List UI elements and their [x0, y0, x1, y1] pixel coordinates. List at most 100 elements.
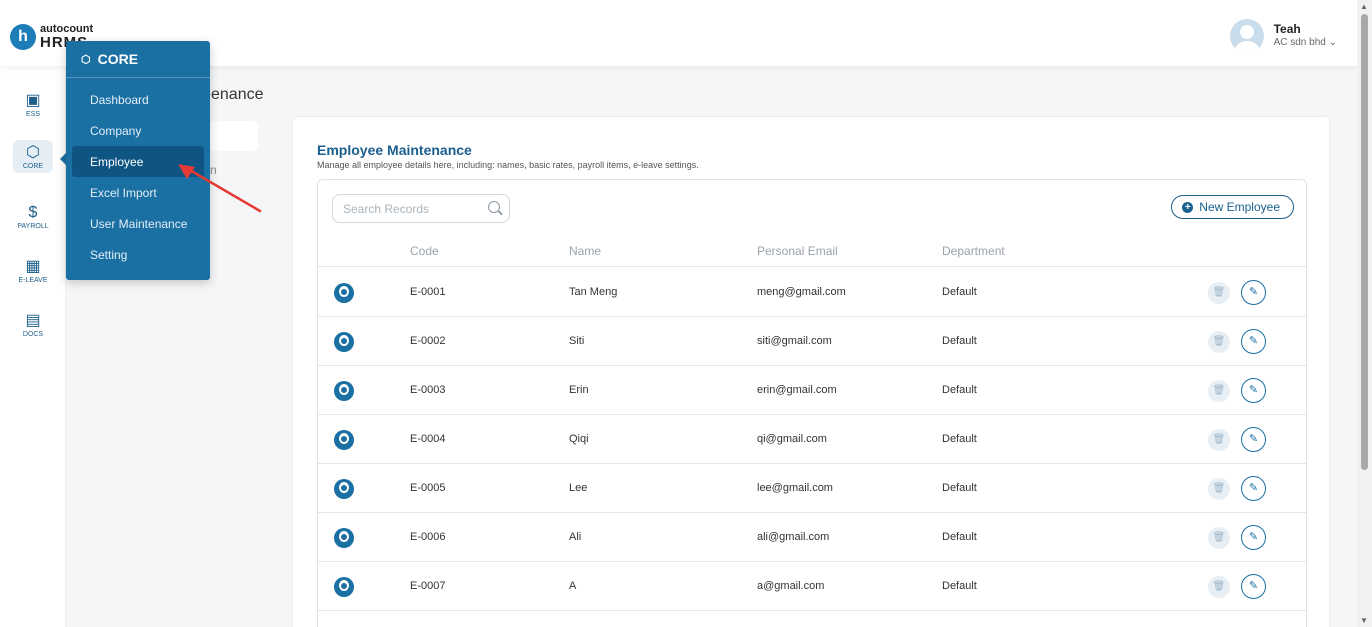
cell-department: Default	[942, 384, 977, 396]
employee-avatar	[334, 332, 354, 352]
table-row[interactable]: E-0004 Qiqi qi@gmail.com Default 🗑 ✎	[318, 415, 1306, 464]
logo-badge: h	[10, 24, 36, 50]
new-employee-button[interactable]: + New Employee	[1171, 195, 1294, 219]
menu-item-dashboard[interactable]: Dashboard	[72, 84, 204, 115]
core-icon: ⬡	[26, 144, 40, 161]
docs-icon: ▤	[25, 312, 41, 329]
cell-department: Default	[942, 531, 977, 543]
flyout-header: ⬡ CORE	[66, 41, 210, 78]
page-scrollbar[interactable]: ▲ ▼	[1357, 0, 1372, 627]
delete-icon[interactable]: 🗑	[1208, 380, 1230, 402]
employee-avatar	[334, 381, 354, 401]
cell-name: Tan Meng	[569, 286, 618, 298]
delete-icon[interactable]: 🗑	[1208, 527, 1230, 549]
cell-department: Default	[942, 580, 977, 592]
plus-icon: +	[1182, 201, 1194, 213]
cell-name: Ali	[569, 531, 582, 543]
cell-email: a@gmail.com	[757, 580, 825, 592]
delete-icon[interactable]: 🗑	[1208, 429, 1230, 451]
table-row[interactable]: E-0007 Aa@gmail.com Default 🗑 ✎	[318, 562, 1306, 611]
column-header-name[interactable]: Name	[569, 244, 601, 258]
cell-email: qi@gmail.com	[757, 433, 827, 445]
cell-name: Qiqi	[569, 433, 589, 445]
search-input[interactable]	[343, 201, 481, 216]
scroll-thumb[interactable]	[1361, 14, 1368, 470]
table-row[interactable]: E-0002 Siti siti@gmail.com Default 🗑 ✎	[318, 317, 1306, 366]
user-name: Teah	[1273, 22, 1301, 37]
cell-code: E-0005	[410, 482, 446, 494]
column-header-code[interactable]: Code	[410, 244, 439, 258]
menu-item-setting[interactable]: Setting	[72, 239, 204, 270]
edit-icon[interactable]: ✎	[1241, 280, 1266, 305]
table-row[interactable]: E-0003 Erin erin@gmail.com Default 🗑 ✎	[318, 366, 1306, 415]
table-row[interactable]: E-0006 Ali ali@gmail.com Default 🗑 ✎	[318, 513, 1306, 562]
rail-item-core[interactable]: ⬡ CORE	[8, 140, 58, 173]
employee-maintenance-card: Employee Maintenance Manage all employee…	[292, 116, 1330, 627]
rail-item-payroll[interactable]: $ PAYROLL	[8, 200, 58, 233]
card-title: Employee Maintenance	[317, 142, 472, 158]
cell-email: ali@gmail.com	[757, 531, 830, 543]
rail-item-e-leave[interactable]: ▦ E-LEAVE	[8, 254, 58, 287]
cell-code: E-0007	[410, 580, 446, 592]
rail-label: CORE	[22, 163, 44, 170]
scroll-down-icon[interactable]: ▼	[1360, 616, 1368, 625]
edit-icon[interactable]: ✎	[1241, 574, 1266, 599]
employee-avatar	[334, 577, 354, 597]
cell-email: siti@gmail.com	[757, 335, 832, 347]
column-header-department[interactable]: Department	[942, 244, 1005, 258]
table-row[interactable]: E-0005 Lee lee@gmail.com Default 🗑 ✎	[318, 464, 1306, 513]
cell-code: E-0006	[410, 531, 446, 543]
search-icon[interactable]	[488, 201, 500, 213]
search-box[interactable]	[332, 194, 510, 223]
employee-avatar	[334, 479, 354, 499]
cell-name: Erin	[569, 384, 589, 396]
rail-item-ess[interactable]: ▣ ESS	[8, 88, 58, 121]
cell-name: A	[569, 580, 577, 592]
edit-icon[interactable]: ✎	[1241, 329, 1266, 354]
edit-icon[interactable]: ✎	[1241, 378, 1266, 403]
rail-label: DOCS	[22, 331, 44, 338]
delete-icon[interactable]: 🗑	[1208, 331, 1230, 353]
cell-code: E-0001	[410, 286, 446, 298]
page-title: enance	[211, 86, 264, 103]
rail-label: PAYROLL	[17, 223, 49, 230]
delete-icon[interactable]: 🗑	[1208, 282, 1230, 304]
cell-email: erin@gmail.com	[757, 384, 837, 396]
employee-avatar	[334, 283, 354, 303]
cell-code: E-0002	[410, 335, 446, 347]
employee-table: + New Employee Code Name Personal Email …	[317, 179, 1307, 627]
payroll-icon: $	[28, 204, 38, 221]
edit-icon[interactable]: ✎	[1241, 427, 1266, 452]
table-row[interactable]: E-0001 Tan Meng meng@gmail.com Default 🗑 ✎	[318, 268, 1306, 317]
menu-item-company[interactable]: Company	[72, 115, 204, 146]
scroll-up-icon[interactable]: ▲	[1360, 2, 1368, 11]
module-rail: ▣ ESS ⬡ CORE $ PAYROLL ▦ E-LEAVE ▤ DOCS	[0, 66, 66, 627]
cell-name: Lee	[569, 482, 588, 494]
background-panel	[210, 121, 258, 151]
rail-item-docs[interactable]: ▤ DOCS	[8, 308, 58, 341]
avatar	[1229, 19, 1264, 53]
table-header: Code Name Personal Email Department	[318, 237, 1306, 267]
column-header-email[interactable]: Personal Email	[757, 244, 838, 258]
employee-avatar	[334, 430, 354, 450]
new-employee-label: New Employee	[1199, 200, 1280, 214]
ess-icon: ▣	[25, 92, 41, 109]
card-subtitle: Manage all employee details here, includ…	[317, 160, 699, 170]
cell-name: Siti	[569, 335, 585, 347]
company-selector[interactable]: AC sdn bhd ⌄	[1274, 37, 1337, 49]
edit-icon[interactable]: ✎	[1241, 525, 1266, 550]
table-body: E-0001 Tan Meng meng@gmail.com Default 🗑 ✎ E-0…	[318, 268, 1306, 611]
edit-icon[interactable]: ✎	[1241, 476, 1266, 501]
delete-icon[interactable]: 🗑	[1208, 576, 1230, 598]
cell-department: Default	[942, 433, 977, 445]
employee-avatar	[334, 528, 354, 548]
delete-icon[interactable]: 🗑	[1208, 478, 1230, 500]
cell-department: Default	[942, 482, 977, 494]
user-menu[interactable]: Teah AC sdn bhd ⌄	[1229, 19, 1337, 53]
core-icon: ⬡	[81, 53, 91, 66]
calendar-icon: ▦	[25, 258, 41, 275]
cell-department: Default	[942, 286, 977, 298]
flyout-title: CORE	[97, 51, 139, 67]
cell-code: E-0003	[410, 384, 446, 396]
cell-email: meng@gmail.com	[757, 286, 846, 298]
